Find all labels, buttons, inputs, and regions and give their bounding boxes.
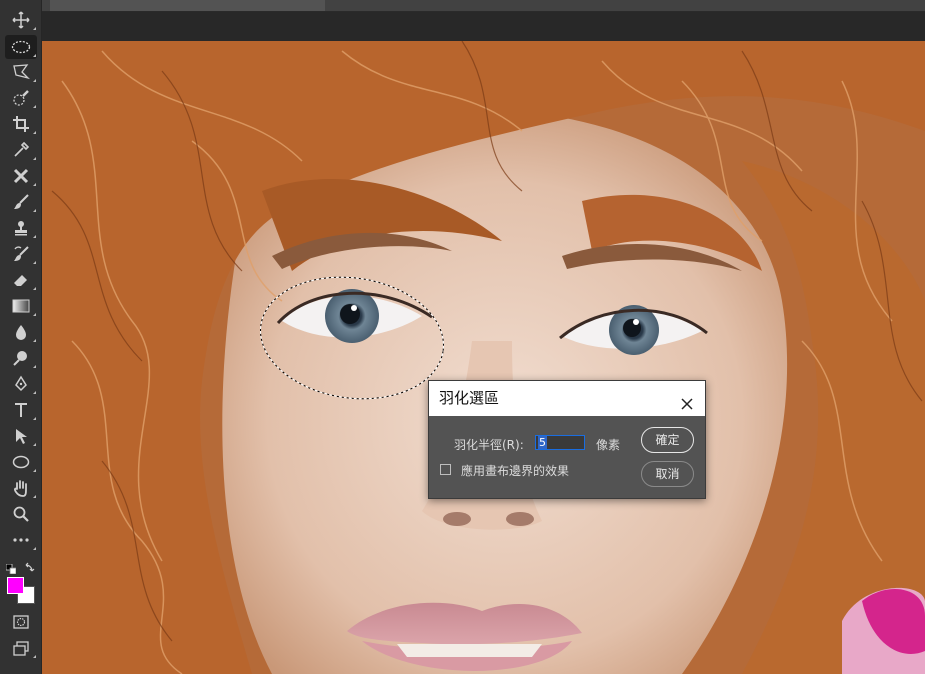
history-brush-icon	[14, 246, 29, 261]
eyedropper-tool[interactable]	[5, 138, 37, 162]
apply-canvas-bounds-label[interactable]: 應用畫布邊界的效果	[461, 462, 569, 479]
move-tool[interactable]	[5, 8, 37, 32]
document-tab[interactable]	[50, 0, 325, 11]
feather-radius-input[interactable]: 5	[535, 435, 585, 450]
hand-tool[interactable]	[5, 476, 37, 500]
path-selection-tool[interactable]	[5, 424, 37, 448]
unit-label: 像素	[596, 438, 621, 452]
hand-icon	[14, 480, 27, 497]
ellipse-marquee-icon	[11, 40, 31, 54]
move-icon	[12, 11, 30, 29]
zoom-tool[interactable]	[5, 502, 37, 526]
more-tools[interactable]	[5, 528, 37, 552]
quick-mask-icon	[13, 615, 29, 629]
default-colors-icon[interactable]	[5, 559, 17, 575]
lasso-icon	[13, 64, 30, 80]
pen-tool[interactable]	[5, 372, 37, 396]
dialog-title: 羽化選區	[439, 389, 500, 407]
canvas-area	[42, 12, 925, 674]
quick-mask-button[interactable]	[5, 610, 37, 634]
stamp-icon	[15, 221, 27, 236]
ellipsis-icon	[13, 538, 29, 542]
feather-radius-value: 5	[538, 436, 547, 449]
eraser-tool[interactable]	[5, 268, 37, 292]
document-tab-bar	[42, 0, 925, 12]
close-icon[interactable]	[679, 390, 695, 410]
feather-selection-dialog: 羽化選區 羽化半徑(R): 5 像素 應用畫布邊界的效果 確定 取消	[428, 380, 706, 499]
tools-panel	[0, 0, 42, 674]
dodge-tool[interactable]	[5, 346, 37, 370]
brush-icon	[14, 194, 29, 209]
elliptical-marquee-tool[interactable]	[5, 35, 37, 59]
brush-tool[interactable]	[5, 190, 37, 214]
dialog-title-bar: 羽化選區	[429, 381, 705, 416]
ellipse-tool[interactable]	[5, 450, 37, 474]
portrait-photo	[42, 41, 925, 674]
type-tool[interactable]	[5, 398, 37, 422]
screen-mode-icon	[13, 641, 29, 656]
spot-healing-tool[interactable]	[5, 164, 37, 188]
swap-colors-icon[interactable]	[24, 558, 36, 572]
ellipse-icon	[12, 455, 30, 469]
gradient-tool[interactable]	[5, 294, 37, 318]
pen-icon	[15, 375, 27, 392]
arrow-icon	[16, 429, 27, 444]
crop-tool[interactable]	[5, 112, 37, 136]
history-brush-tool[interactable]	[5, 242, 37, 266]
eyedropper-icon	[14, 141, 30, 157]
healing-icon	[13, 168, 29, 184]
foreground-color-swatch[interactable]	[7, 577, 24, 594]
image-canvas[interactable]	[42, 41, 925, 674]
screen-mode-button[interactable]	[5, 636, 37, 660]
blur-tool[interactable]	[5, 320, 37, 344]
dodge-icon	[13, 351, 27, 366]
eraser-icon	[14, 275, 27, 286]
quick-selection-tool[interactable]	[5, 86, 37, 110]
clone-stamp-tool[interactable]	[5, 216, 37, 240]
cancel-button[interactable]: 取消	[641, 461, 694, 487]
ok-button[interactable]: 確定	[641, 427, 694, 453]
gradient-icon	[12, 299, 30, 313]
polygonal-lasso-tool[interactable]	[5, 60, 37, 84]
apply-canvas-bounds-checkbox[interactable]	[440, 464, 451, 475]
quick-selection-icon	[13, 90, 29, 106]
zoom-icon	[13, 506, 29, 522]
feather-radius-label: 羽化半徑(R):	[454, 438, 524, 452]
type-icon	[15, 403, 27, 417]
blur-icon	[16, 325, 26, 340]
crop-icon	[13, 116, 29, 132]
